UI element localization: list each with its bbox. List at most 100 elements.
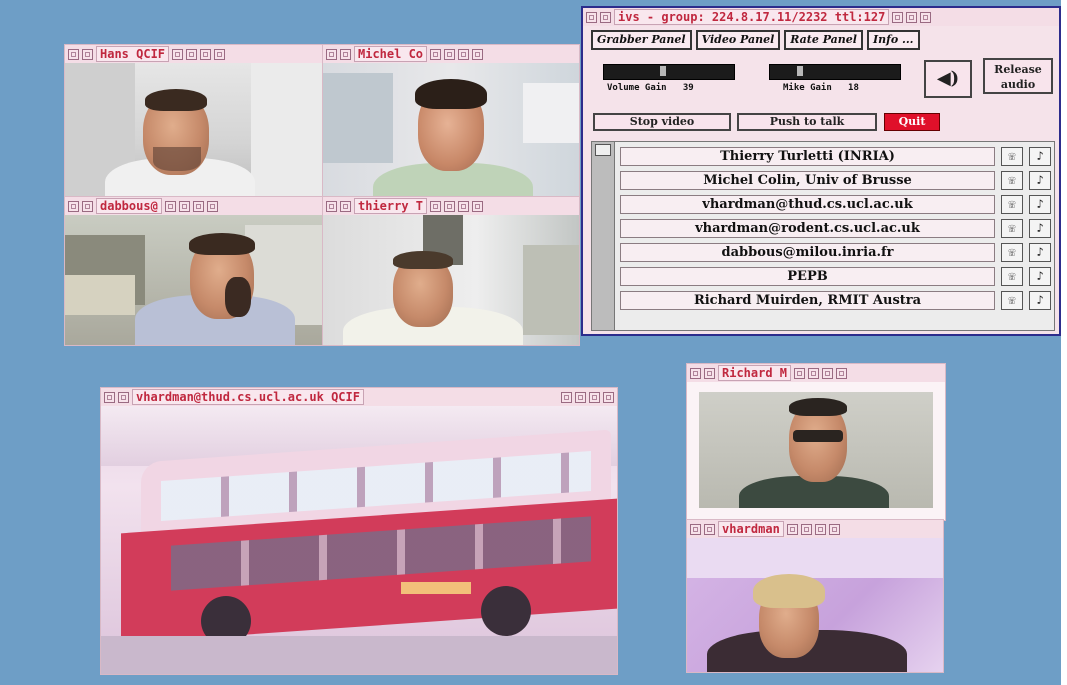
participant-row[interactable]: dabbous@milou.inria.fr ☏ ♪ bbox=[620, 242, 1051, 263]
music-note-icon[interactable]: ♪ bbox=[1029, 243, 1051, 262]
volume-gain-slider[interactable] bbox=[603, 64, 735, 80]
titlebar[interactable]: Richard M bbox=[687, 364, 945, 382]
window-button-icon[interactable] bbox=[430, 48, 442, 60]
window-iconify-icon[interactable] bbox=[340, 48, 351, 60]
window-button-icon[interactable] bbox=[836, 367, 848, 379]
window-button-icon[interactable] bbox=[906, 11, 918, 23]
window-button-icon[interactable] bbox=[814, 523, 826, 535]
window-button-icon[interactable] bbox=[444, 200, 456, 212]
phone-icon[interactable]: ☏ bbox=[1001, 195, 1023, 214]
titlebar[interactable]: Michel Co bbox=[323, 45, 579, 63]
music-note-icon[interactable]: ♪ bbox=[1029, 147, 1051, 166]
window-button-icon[interactable] bbox=[164, 200, 176, 212]
window-button-icon[interactable] bbox=[920, 11, 932, 23]
window-iconify-icon[interactable] bbox=[118, 391, 129, 403]
music-note-icon[interactable]: ♪ bbox=[1029, 195, 1051, 214]
video-window-thierry[interactable]: thierry T bbox=[322, 196, 580, 346]
phone-icon[interactable]: ☏ bbox=[1001, 171, 1023, 190]
window-button-icon[interactable] bbox=[794, 367, 806, 379]
window-button-icon[interactable] bbox=[472, 200, 484, 212]
window-menu-icon[interactable] bbox=[68, 48, 79, 60]
video-window-dabbous[interactable]: dabbous@ bbox=[64, 196, 324, 346]
window-button-icon[interactable] bbox=[206, 200, 218, 212]
window-button-icon[interactable] bbox=[575, 391, 586, 403]
participant-row[interactable]: vhardman@thud.cs.ucl.ac.uk ☏ ♪ bbox=[620, 194, 1051, 215]
video-window-vhardman-small[interactable]: vhardman bbox=[686, 519, 944, 673]
window-iconify-icon[interactable] bbox=[82, 200, 93, 212]
tab-video-panel[interactable]: Video Panel bbox=[695, 30, 781, 50]
phone-icon[interactable]: ☏ bbox=[1001, 147, 1023, 166]
window-button-icon[interactable] bbox=[430, 200, 442, 212]
window-button-icon[interactable] bbox=[786, 523, 798, 535]
titlebar[interactable]: thierry T bbox=[323, 197, 579, 215]
participant-name[interactable]: dabbous@milou.inria.fr bbox=[620, 243, 995, 262]
phone-icon[interactable]: ☏ bbox=[1001, 243, 1023, 262]
window-iconify-icon[interactable] bbox=[600, 11, 611, 23]
participant-row[interactable]: vhardman@rodent.cs.ucl.ac.uk ☏ ♪ bbox=[620, 218, 1051, 239]
phone-icon[interactable]: ☏ bbox=[1001, 291, 1023, 310]
window-iconify-icon[interactable] bbox=[82, 48, 93, 60]
release-audio-button[interactable]: Release audio bbox=[983, 58, 1053, 94]
window-menu-icon[interactable] bbox=[690, 523, 701, 535]
participant-row[interactable]: Michel Colin, Univ of Brusse ☏ ♪ bbox=[620, 170, 1051, 191]
window-button-icon[interactable] bbox=[458, 200, 470, 212]
tab-info[interactable]: Info ... bbox=[866, 30, 920, 50]
window-button-icon[interactable] bbox=[214, 48, 226, 60]
window-button-icon[interactable] bbox=[178, 200, 190, 212]
push-to-talk-button[interactable]: Push to talk bbox=[737, 113, 877, 131]
participant-row[interactable]: Thierry Turletti (INRIA) ☏ ♪ bbox=[620, 146, 1051, 167]
slider-knob[interactable] bbox=[659, 66, 666, 76]
tab-rate-panel[interactable]: Rate Panel bbox=[784, 30, 863, 50]
window-iconify-icon[interactable] bbox=[340, 200, 351, 212]
video-window-vhardman-bus[interactable]: vhardman@thud.cs.ucl.ac.uk QCIF bbox=[100, 387, 618, 675]
quit-button[interactable]: Quit bbox=[884, 113, 940, 131]
titlebar[interactable]: vhardman@thud.cs.ucl.ac.uk QCIF bbox=[101, 388, 617, 406]
speaker-button[interactable]: ◀) bbox=[924, 60, 972, 98]
window-button-icon[interactable] bbox=[172, 48, 184, 60]
window-button-icon[interactable] bbox=[822, 367, 834, 379]
window-button-icon[interactable] bbox=[186, 48, 198, 60]
stop-video-button[interactable]: Stop video bbox=[593, 113, 731, 131]
video-window-richard[interactable]: Richard M bbox=[686, 363, 946, 521]
window-button-icon[interactable] bbox=[892, 11, 904, 23]
participant-row[interactable]: PEPB ☏ ♪ bbox=[620, 266, 1051, 287]
participant-name[interactable]: Richard Muirden, RMIT Austra bbox=[620, 291, 995, 310]
window-button-icon[interactable] bbox=[603, 391, 614, 403]
window-button-icon[interactable] bbox=[808, 367, 820, 379]
phone-icon[interactable]: ☏ bbox=[1001, 267, 1023, 286]
window-menu-icon[interactable] bbox=[690, 367, 701, 379]
titlebar[interactable]: Hans QCIF bbox=[65, 45, 323, 63]
window-button-icon[interactable] bbox=[458, 48, 470, 60]
participant-name[interactable]: PEPB bbox=[620, 267, 995, 286]
slider-knob[interactable] bbox=[797, 66, 804, 76]
scrollbar-thumb[interactable] bbox=[595, 144, 611, 156]
window-button-icon[interactable] bbox=[828, 523, 840, 535]
mike-gain-slider[interactable] bbox=[769, 64, 901, 80]
window-button-icon[interactable] bbox=[192, 200, 204, 212]
window-menu-icon[interactable] bbox=[326, 48, 337, 60]
window-button-icon[interactable] bbox=[589, 391, 600, 403]
participant-list[interactable]: Thierry Turletti (INRIA) ☏ ♪ Michel Colin, … bbox=[591, 141, 1055, 331]
music-note-icon[interactable]: ♪ bbox=[1029, 219, 1051, 238]
titlebar[interactable]: vhardman bbox=[687, 520, 943, 538]
titlebar[interactable]: dabbous@ bbox=[65, 197, 323, 215]
window-menu-icon[interactable] bbox=[326, 200, 337, 212]
music-note-icon[interactable]: ♪ bbox=[1029, 171, 1051, 190]
window-button-icon[interactable] bbox=[800, 523, 812, 535]
window-menu-icon[interactable] bbox=[586, 11, 597, 23]
window-iconify-icon[interactable] bbox=[704, 523, 715, 535]
participant-name[interactable]: Thierry Turletti (INRIA) bbox=[620, 147, 995, 166]
participant-list-scrollbar[interactable] bbox=[592, 142, 615, 330]
window-button-icon[interactable] bbox=[561, 391, 572, 403]
window-button-icon[interactable] bbox=[472, 48, 484, 60]
window-button-icon[interactable] bbox=[444, 48, 456, 60]
music-note-icon[interactable]: ♪ bbox=[1029, 291, 1051, 310]
participant-name[interactable]: vhardman@rodent.cs.ucl.ac.uk bbox=[620, 219, 995, 238]
participant-name[interactable]: Michel Colin, Univ of Brusse bbox=[620, 171, 995, 190]
titlebar[interactable]: ivs - group: 224.8.17.11/2232 ttl:127 bbox=[583, 8, 1059, 26]
ivs-control-panel[interactable]: ivs - group: 224.8.17.11/2232 ttl:127 Gr… bbox=[581, 6, 1061, 336]
window-button-icon[interactable] bbox=[200, 48, 212, 60]
music-note-icon[interactable]: ♪ bbox=[1029, 267, 1051, 286]
window-iconify-icon[interactable] bbox=[704, 367, 715, 379]
video-window-hans[interactable]: Hans QCIF bbox=[64, 44, 324, 197]
